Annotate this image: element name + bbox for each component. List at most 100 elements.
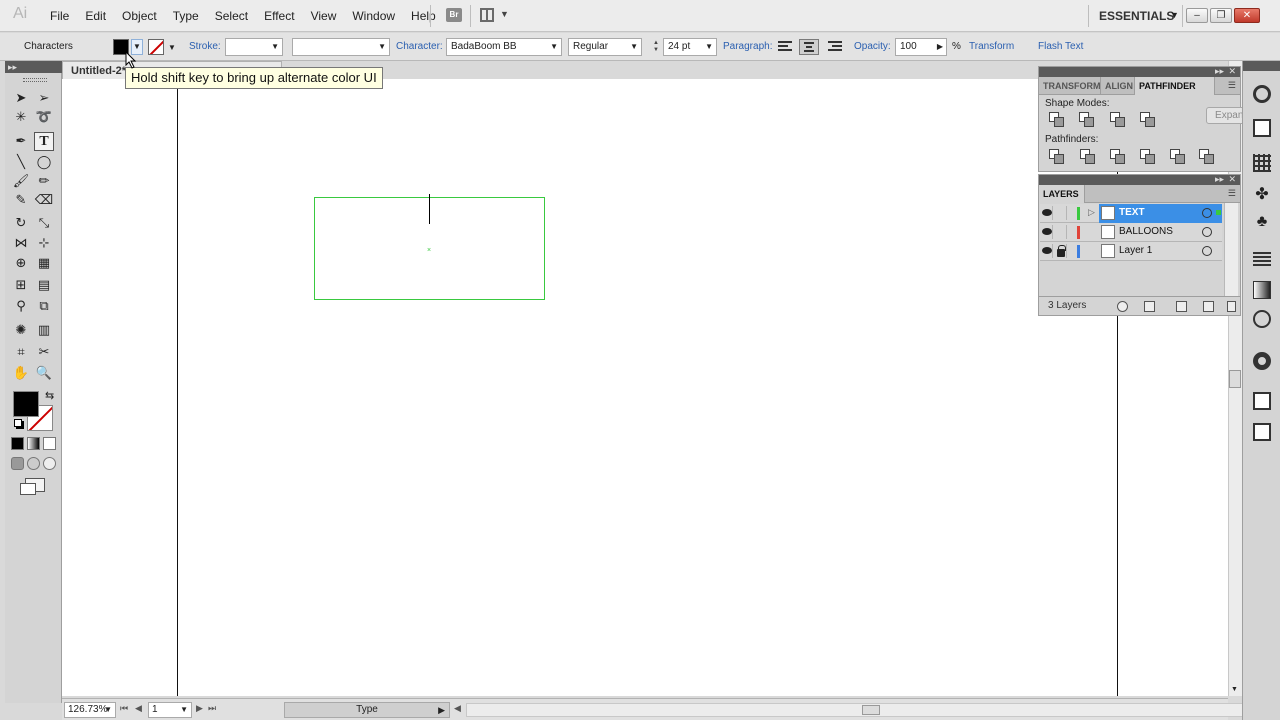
close-panel-icon[interactable]: ✕ — [1228, 66, 1236, 77]
chevron-right-icon[interactable]: ▶ — [438, 703, 445, 717]
selection-tool-icon[interactable]: ➤ — [11, 89, 31, 108]
vertical-scroll-thumb[interactable] — [1229, 370, 1241, 388]
layer-name-cell[interactable]: BALLOONS — [1099, 223, 1222, 242]
draw-normal-icon[interactable] — [11, 457, 24, 470]
font-size-spinner-icon[interactable]: ▲ ▼ — [653, 40, 661, 54]
layer-row-text[interactable]: ▷ TEXT — [1040, 204, 1222, 223]
character-link[interactable]: Character: — [396, 33, 443, 61]
chevron-down-icon[interactable]: ▼ — [500, 9, 509, 19]
delete-layer-icon[interactable] — [1227, 301, 1236, 312]
menu-view[interactable]: View — [303, 9, 345, 23]
intersect-icon[interactable] — [1110, 112, 1126, 128]
stroke-color-swatch[interactable] — [148, 39, 164, 55]
opacity-link[interactable]: Opacity: — [854, 33, 891, 61]
collapse-icon[interactable]: ▸▸ — [1215, 174, 1224, 185]
hand-tool-icon[interactable]: ✋ — [11, 364, 31, 383]
close-button[interactable]: ✕ — [1234, 8, 1260, 23]
shape-builder-tool-icon[interactable]: ⊕ — [11, 254, 31, 273]
chevron-down-icon[interactable]: ▼ — [550, 39, 558, 55]
gradient-tool-icon[interactable]: ▤ — [34, 276, 54, 295]
crop-icon[interactable] — [1140, 149, 1156, 165]
tab-layers[interactable]: LAYERS — [1039, 185, 1085, 203]
graphic-styles-panel-icon[interactable] — [1253, 392, 1271, 410]
chevron-down-icon[interactable]: ▼ — [271, 39, 279, 55]
draw-inside-icon[interactable] — [43, 457, 56, 470]
align-right-button[interactable] — [825, 39, 845, 55]
target-circle-icon[interactable] — [1202, 208, 1212, 218]
rotate-tool-icon[interactable]: ↻ — [11, 214, 31, 233]
slice-tool-icon[interactable]: ✂ — [34, 343, 54, 362]
chevron-down-icon[interactable]: ▼ — [180, 703, 188, 717]
eraser-tool-icon[interactable]: ⌫ — [34, 191, 54, 210]
gradient-panel-icon[interactable] — [1253, 281, 1271, 299]
fill-color-box[interactable] — [13, 391, 39, 417]
tab-pathfinder[interactable]: PATHFINDER — [1135, 77, 1215, 95]
transparency-panel-icon[interactable] — [1253, 310, 1271, 328]
scroll-down-icon[interactable]: ▼ — [1231, 686, 1238, 693]
symbol-sprayer-tool-icon[interactable]: ✺ — [11, 321, 31, 340]
font-size-field[interactable]: 24 pt ▼ — [663, 38, 717, 56]
perspective-grid-tool-icon[interactable]: ▦ — [34, 254, 54, 273]
chevron-down-icon[interactable]: ▼ — [630, 39, 638, 55]
chevron-down-icon[interactable]: ▼ — [1170, 10, 1179, 20]
chevron-right-icon[interactable]: ▶ — [937, 39, 943, 55]
pencil-tool-icon[interactable]: ✏ — [34, 172, 54, 191]
lock-toggle[interactable] — [1054, 206, 1067, 220]
exclude-icon[interactable] — [1140, 112, 1156, 128]
menu-effect[interactable]: Effect — [256, 9, 302, 23]
blob-brush-tool-icon[interactable]: ✎ — [11, 191, 31, 210]
flash-text-link[interactable]: Flash Text — [1038, 33, 1083, 61]
blend-tool-icon[interactable]: ⧉ — [34, 297, 54, 316]
color-mode-icon[interactable] — [11, 437, 24, 450]
horizontal-scroll-thumb[interactable] — [862, 705, 880, 715]
color-guide-icon[interactable] — [1253, 119, 1271, 137]
direct-selection-tool-icon[interactable]: ➢ — [34, 89, 54, 108]
align-left-button[interactable] — [775, 39, 795, 55]
layers-scrollbar[interactable] — [1224, 203, 1238, 296]
swap-fill-stroke-icon[interactable]: ⇆ — [45, 389, 54, 402]
tab-align[interactable]: ALIGN — [1101, 77, 1135, 95]
paintbrush-tool-icon[interactable]: 🖌 — [11, 172, 31, 191]
previous-artboard-icon[interactable]: ◀ — [135, 703, 142, 714]
stroke-dropdown-icon[interactable]: ▼ — [168, 43, 176, 52]
last-artboard-icon[interactable]: ⏭ — [208, 703, 216, 714]
visibility-toggle[interactable] — [1040, 244, 1053, 258]
workspace-switcher[interactable]: ESSENTIALS — [1099, 9, 1174, 23]
close-panel-icon[interactable]: ✕ — [1228, 174, 1236, 185]
menu-window[interactable]: Window — [344, 9, 403, 23]
divide-icon[interactable] — [1049, 149, 1065, 165]
ellipse-tool-icon[interactable]: ◯ — [34, 153, 54, 172]
menu-object[interactable]: Object — [114, 9, 165, 23]
brushes-panel-icon[interactable]: ✤ — [1253, 184, 1271, 203]
layer-row-layer-1[interactable]: Layer 1 — [1040, 242, 1222, 261]
visibility-toggle[interactable] — [1040, 225, 1053, 239]
horizontal-scrollbar[interactable] — [466, 703, 1276, 717]
merge-icon[interactable] — [1110, 149, 1126, 165]
menu-type[interactable]: Type — [165, 9, 207, 23]
default-colors-icon[interactable] — [14, 419, 22, 427]
color-panel-icon[interactable] — [1253, 85, 1271, 103]
width-tool-icon[interactable]: ⋈ — [11, 234, 31, 253]
layers-dock-icon[interactable] — [1253, 423, 1271, 441]
restore-button[interactable]: ❐ — [1210, 8, 1232, 23]
variable-width-field[interactable]: ▼ — [292, 38, 390, 56]
menu-select[interactable]: Select — [207, 9, 256, 23]
scale-tool-icon[interactable]: ⤡ — [34, 214, 54, 233]
layer-row-balloons[interactable]: BALLOONS — [1040, 223, 1222, 242]
selection-indicator[interactable] — [1216, 210, 1221, 215]
symbols-panel-icon[interactable]: ♣ — [1253, 213, 1271, 231]
first-artboard-icon[interactable]: ⏮ — [120, 703, 128, 714]
zoom-field[interactable]: 126.73% ▼ — [64, 702, 116, 718]
screen-mode-icon[interactable] — [20, 478, 45, 495]
scroll-left-icon[interactable]: ◀ — [454, 703, 461, 714]
create-sublayer-icon[interactable] — [1176, 301, 1187, 312]
lasso-tool-icon[interactable]: ➰ — [34, 108, 54, 127]
type-tool-icon[interactable]: T — [34, 132, 54, 151]
minus-back-icon[interactable] — [1199, 149, 1215, 165]
menu-help[interactable]: Help — [403, 9, 444, 23]
minimize-button[interactable]: – — [1186, 8, 1208, 23]
target-circle-icon[interactable] — [1202, 227, 1212, 237]
zoom-tool-icon[interactable]: 🔍 — [34, 364, 54, 383]
unite-icon[interactable] — [1049, 112, 1065, 128]
free-transform-tool-icon[interactable]: ⊹ — [34, 234, 54, 253]
